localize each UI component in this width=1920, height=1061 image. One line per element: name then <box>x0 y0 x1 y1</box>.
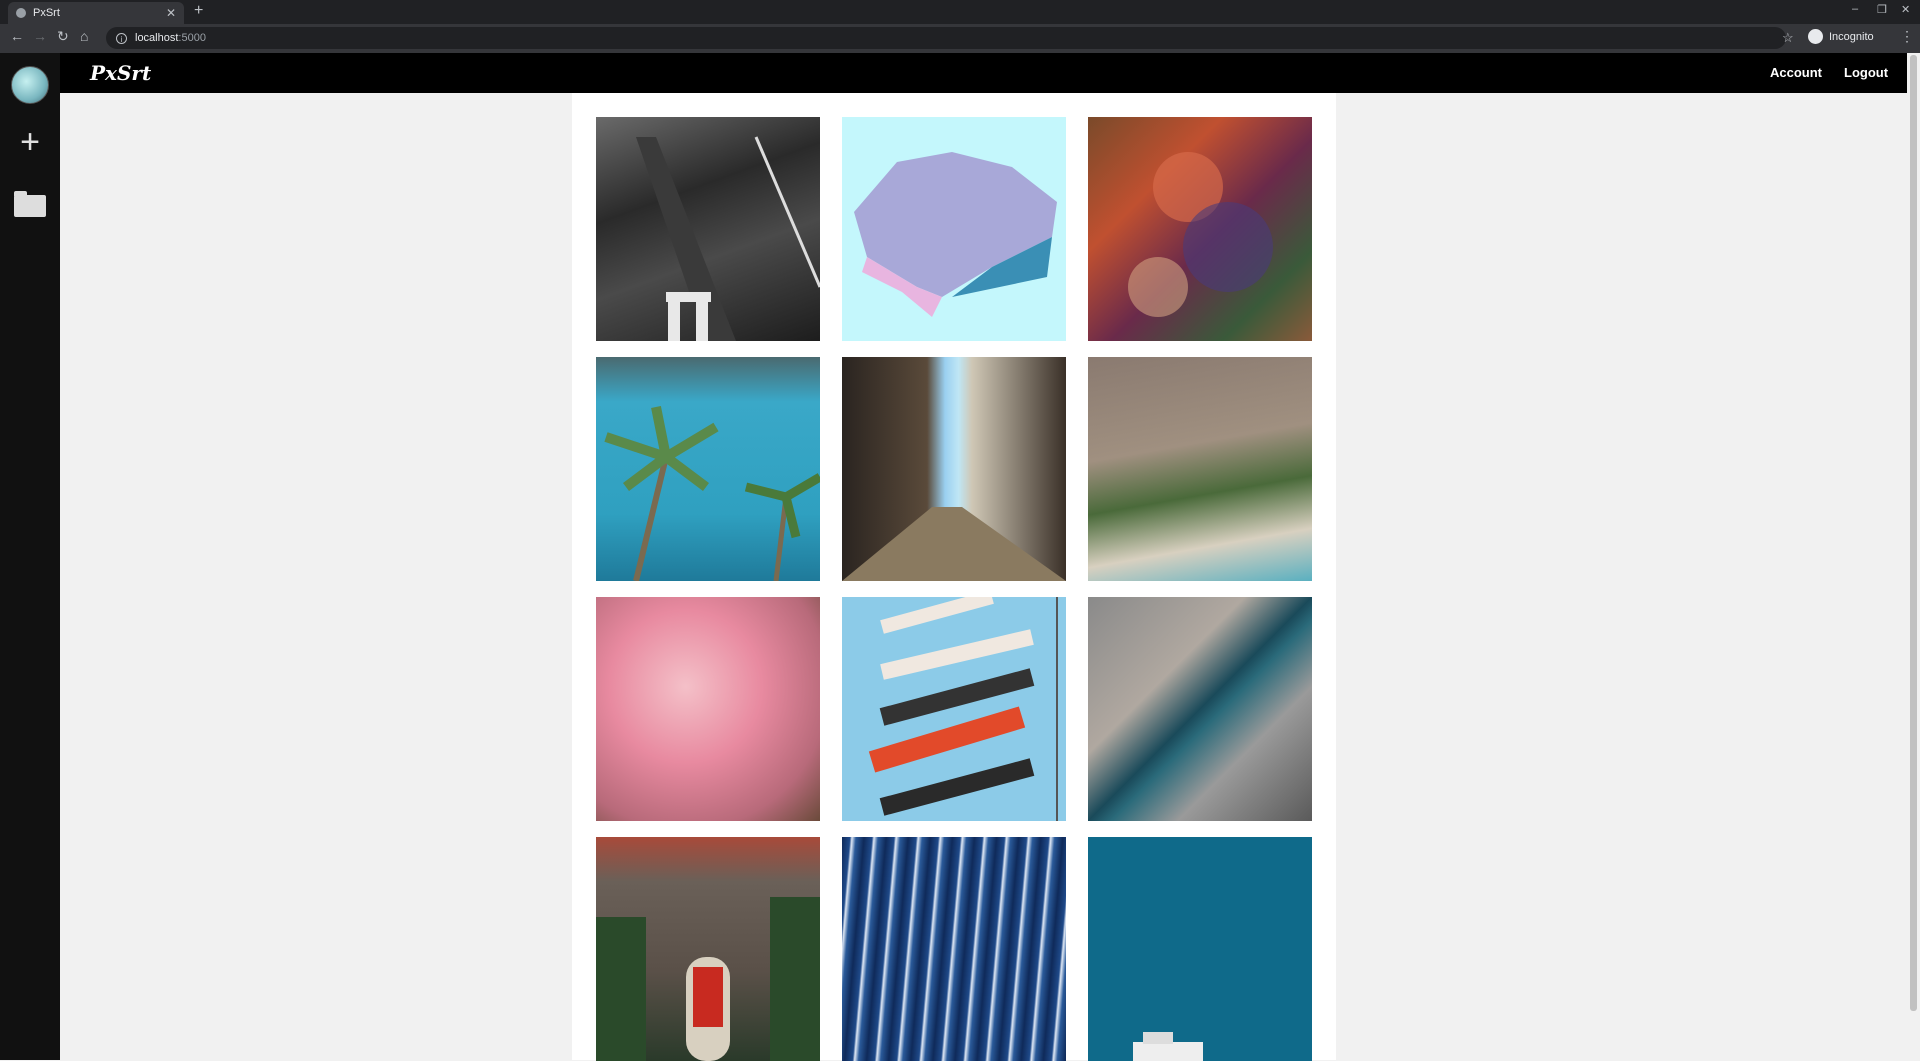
forward-icon[interactable]: → <box>33 28 47 44</box>
photo-cherry-blossom[interactable] <box>596 597 820 821</box>
reload-icon[interactable]: ↻ <box>57 28 69 45</box>
gallery-panel <box>572 93 1336 1061</box>
menu-kebab-icon[interactable]: ⋮ <box>1900 28 1914 45</box>
photo-teal-sky-rooftop[interactable] <box>1088 837 1312 1061</box>
photo-aerial-beach[interactable] <box>1088 357 1312 581</box>
app-header: PxSrt Account Logout <box>60 53 1920 93</box>
photo-red-door-building[interactable] <box>596 837 820 1061</box>
browser-tab-strip: PxSrt ✕ + – ❐ ✕ <box>0 0 1920 24</box>
photo-koinobori[interactable] <box>842 597 1066 821</box>
app-logo[interactable]: PxSrt <box>90 61 151 85</box>
plus-icon[interactable]: + <box>14 125 46 159</box>
page-scrollbar[interactable] <box>1907 53 1920 1060</box>
sidebar: + <box>0 53 60 1060</box>
photo-narrow-alley[interactable] <box>842 357 1066 581</box>
url-port: :5000 <box>178 32 206 44</box>
minimize-icon[interactable]: – <box>1852 3 1858 15</box>
scrollbar-thumb[interactable] <box>1910 55 1917 1011</box>
browser-tab[interactable]: PxSrt ✕ <box>8 2 184 24</box>
photo-patterned-fabric[interactable] <box>1088 117 1312 341</box>
avatar[interactable] <box>11 66 49 104</box>
incognito-label: Incognito <box>1829 30 1874 43</box>
url-host: localhost <box>135 32 179 44</box>
photo-aerial-city-canal[interactable] <box>1088 597 1312 821</box>
photo-street-crosswalk[interactable] <box>596 117 820 341</box>
close-window-icon[interactable]: ✕ <box>1901 3 1910 16</box>
close-tab-icon[interactable]: ✕ <box>166 6 176 20</box>
photo-isometric-cubes[interactable] <box>842 117 1066 341</box>
folder-icon[interactable] <box>14 191 46 217</box>
photo-blue-water-streaks[interactable] <box>842 837 1066 1061</box>
browser-toolbar: ← → ↻ ⌂ i localhost:5000 ☆ Incognito ⋮ <box>0 24 1920 53</box>
photo-palm-trees-ocean[interactable] <box>596 357 820 581</box>
home-icon[interactable]: ⌂ <box>80 28 88 44</box>
new-tab-icon[interactable]: + <box>194 2 203 20</box>
address-bar[interactable]: i localhost:5000 <box>106 27 1786 49</box>
info-icon[interactable]: i <box>116 32 127 44</box>
incognito-icon <box>1808 29 1823 44</box>
restore-icon[interactable]: ❐ <box>1877 3 1887 16</box>
photo-grid <box>596 117 1312 1061</box>
logout-link[interactable]: Logout <box>1844 65 1888 80</box>
account-link[interactable]: Account <box>1770 65 1822 80</box>
incognito-indicator[interactable]: Incognito <box>1808 29 1874 44</box>
tab-title: PxSrt <box>33 7 60 19</box>
bookmark-star-icon[interactable]: ☆ <box>1782 30 1794 46</box>
back-icon[interactable]: ← <box>10 28 24 44</box>
globe-icon <box>16 8 26 18</box>
